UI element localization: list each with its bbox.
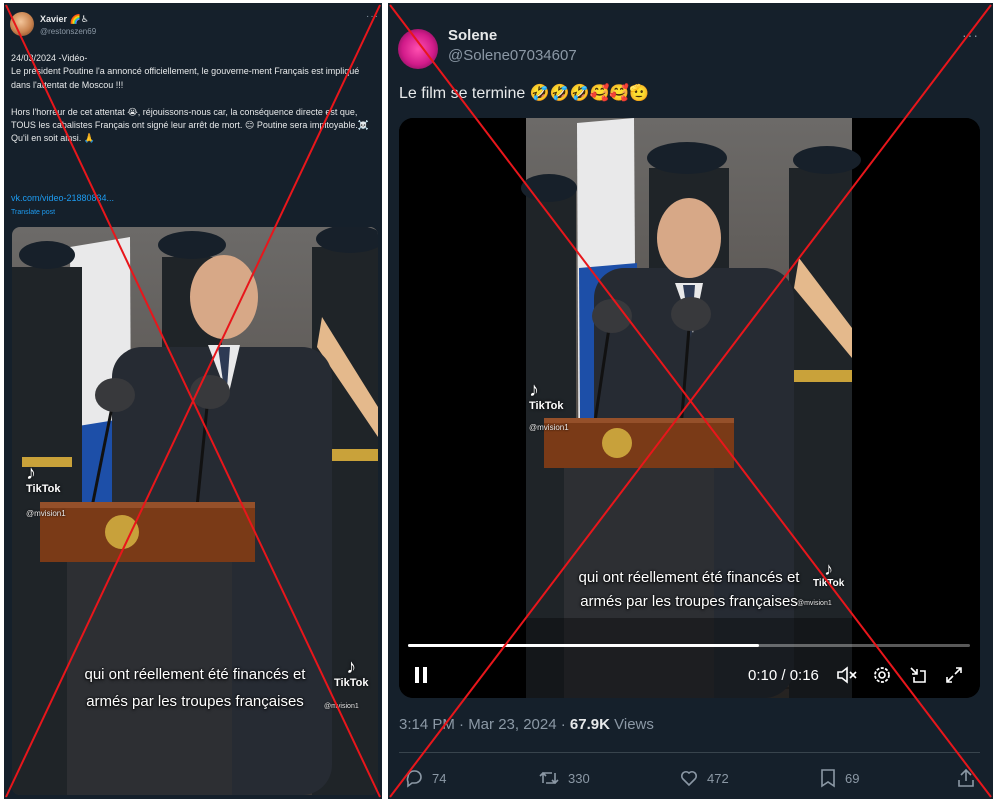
left-post-screenshot: Xavier 🌈♿ @restonszen69 ··· 24/03/2024 -… [4,3,382,799]
video-progress-bar[interactable] [408,644,970,647]
repost-icon [539,771,559,785]
video-caption-line-1: qui ont réellement été financés et [84,666,306,683]
video-player[interactable]: ♪ TikTok @mvision1 ♪ TikTok @mvision1 qu… [12,227,378,795]
settings-icon[interactable] [872,665,892,685]
author-handle[interactable]: @Solene07034607 [448,47,577,64]
divider [399,752,980,753]
share-button[interactable] [956,768,976,788]
tiktok-watermark: ♪ TikTok [26,462,61,495]
tiktok-icon: ♪ [26,462,36,484]
author-name[interactable]: Xavier 🌈♿ [40,14,89,25]
tiktok-handle: @mvision1 [529,423,569,432]
right-post-screenshot: Solene @Solene07034607 ··· Le film se te… [388,3,993,799]
video-caption-line-2: armés par les troupes françaises [580,593,798,610]
video-caption-line-2: armés par les troupes françaises [86,693,304,710]
like-button[interactable]: 472 [679,768,729,788]
tiktok-watermark: ♪ TikTok [529,379,564,412]
post-text: Le film se termine 🤣🤣🤣🥰🥰🫡 [399,85,650,102]
fullscreen-icon[interactable] [944,665,964,685]
reply-button[interactable]: 74 [404,768,446,788]
more-icon[interactable]: ··· [366,11,379,22]
video-time-display: 0:10 / 0:16 [748,667,819,684]
tiktok-icon: ♪ [529,379,539,401]
post-text: 24/03/2024 -Vidéo- Le président Poutine … [11,53,370,144]
volume-mute-icon[interactable] [836,665,858,685]
views-label: Views [614,716,654,733]
tiktok-handle: @mvision1 [26,509,66,518]
bookmark-icon [821,769,835,788]
pip-icon[interactable] [908,665,928,685]
repost-button[interactable]: 330 [538,768,590,788]
video-player[interactable]: ♪ TikTok @mvision1 ♪ TikTok @mvision1 qu… [399,118,980,698]
bookmark-button[interactable]: 69 [819,768,859,788]
video-progress-fill [408,644,760,647]
post-link[interactable]: vk.com/video-21880834... [11,193,114,203]
share-icon [958,768,974,787]
author-handle[interactable]: @restonszen69 [40,27,96,36]
video-frame [399,118,980,698]
more-icon[interactable]: ··· [962,27,979,43]
reply-icon [406,770,422,788]
author-name[interactable]: Solene [448,27,497,44]
pause-icon[interactable] [413,666,429,684]
video-caption-line-1: qui ont réellement été financés et [578,569,800,586]
views-count: 67.9K [569,716,610,733]
post-timestamp: 3:14 PM · Mar 23, 2024 · 67.9K Views [399,716,654,733]
avatar[interactable] [398,29,438,69]
translate-post-link[interactable]: Translate post [11,209,55,216]
like-icon [680,770,698,787]
avatar[interactable] [10,12,34,36]
